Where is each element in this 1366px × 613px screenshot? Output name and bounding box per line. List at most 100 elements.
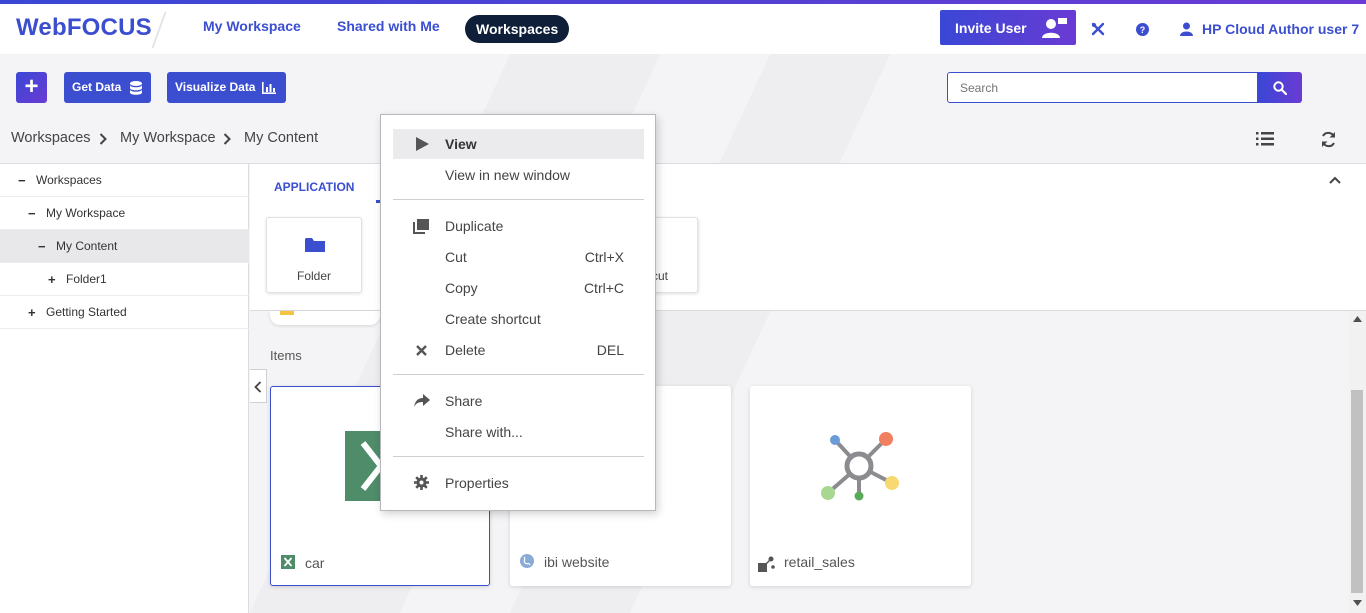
breadcrumb-my-workspace[interactable]: My Workspace <box>120 130 216 146</box>
add-user-icon <box>1042 18 1067 38</box>
menu-item-label: Share <box>445 393 483 409</box>
tree-item-label: Getting Started <box>46 305 127 319</box>
collapse-icon[interactable]: − <box>38 239 46 254</box>
gear-icon <box>414 475 429 490</box>
invite-user-label: Invite User <box>955 20 1027 36</box>
collapse-sidebar-button[interactable] <box>250 369 267 403</box>
item-name: ibi website <box>544 554 610 570</box>
tree-item-label: My Workspace <box>46 206 126 220</box>
menu-item-label: Duplicate <box>445 218 504 234</box>
visualize-data-button[interactable]: Visualize Data <box>167 72 286 103</box>
share-arrow-icon <box>414 394 430 407</box>
collapse-icon[interactable]: − <box>28 206 36 221</box>
menu-item-label: Create shortcut <box>445 311 541 327</box>
hub-network-icon <box>821 432 899 501</box>
tile-label: Folder <box>296 269 331 283</box>
search-field[interactable] <box>947 72 1258 103</box>
chevron-up-icon[interactable] <box>1329 176 1341 184</box>
bar-chart-icon <box>262 82 276 94</box>
user-icon <box>1180 22 1193 36</box>
collapse-icon[interactable]: − <box>18 173 26 188</box>
expand-icon[interactable]: + <box>28 305 36 320</box>
menu-item-label: Properties <box>445 475 509 491</box>
database-icon <box>130 81 142 95</box>
menu-item-view[interactable]: View <box>393 129 644 159</box>
menu-item-share-with[interactable]: Share with... <box>393 417 644 447</box>
menu-separator <box>393 456 644 457</box>
chevron-left-icon <box>254 381 262 393</box>
tree-item-my-workspace[interactable]: − My Workspace <box>0 197 249 230</box>
item-card-retail-sales[interactable]: retail_sales <box>750 386 971 586</box>
brand-divider <box>151 12 167 48</box>
menu-separator <box>393 199 644 200</box>
new-item-button[interactable]: + <box>16 72 47 103</box>
delete-x-icon <box>416 345 427 356</box>
help-icon[interactable]: ? <box>1136 23 1149 36</box>
item-name: retail_sales <box>784 554 855 570</box>
user-name: HP Cloud Author user 7 <box>1202 21 1360 37</box>
get-data-label: Get Data <box>72 80 122 94</box>
tree-item-getting-started[interactable]: + Getting Started <box>0 296 249 329</box>
top-bar: WebFOCUS My Workspace Shared with Me Wor… <box>0 4 1366 54</box>
tree-item-workspaces[interactable]: − Workspaces <box>0 164 249 197</box>
search-button[interactable] <box>1258 72 1302 103</box>
svg-text:?: ? <box>1140 25 1146 35</box>
scroll-up-arrow-icon[interactable] <box>1353 316 1362 322</box>
menu-shortcut: DEL <box>596 342 624 358</box>
nav-shared-with-me[interactable]: Shared with Me <box>337 18 440 34</box>
menu-item-label: Copy <box>445 280 478 296</box>
search-icon <box>1273 81 1287 95</box>
tree-item-label: My Content <box>56 239 118 253</box>
menu-item-duplicate[interactable]: Duplicate <box>393 211 644 241</box>
tools-icon[interactable] <box>1091 22 1105 36</box>
menu-item-cut[interactable]: Cut Ctrl+X <box>393 242 644 272</box>
data-flow-small-icon <box>758 556 775 572</box>
context-menu: View View in new window Duplicate Cut Ct… <box>380 114 656 511</box>
tile-folder[interactable]: Folder <box>266 217 362 293</box>
items-heading: Items <box>270 348 302 363</box>
breadcrumb-my-content[interactable]: My Content <box>244 130 318 146</box>
tree-item-label: Folder1 <box>66 272 107 286</box>
menu-item-label: Cut <box>445 249 467 265</box>
get-data-button[interactable]: Get Data <box>64 72 151 103</box>
globe-icon <box>520 554 534 568</box>
tree-item-my-content[interactable]: − My Content <box>0 230 249 263</box>
menu-item-copy[interactable]: Copy Ctrl+C <box>393 273 644 303</box>
menu-item-share[interactable]: Share <box>393 386 644 416</box>
duplicate-icon <box>413 219 429 234</box>
folder-icon <box>280 311 294 315</box>
tree-item-folder1[interactable]: + Folder1 <box>0 263 249 296</box>
brand-logo[interactable]: WebFOCUS <box>16 14 152 42</box>
menu-item-properties[interactable]: Properties <box>393 468 644 498</box>
nav-workspaces[interactable]: Workspaces <box>465 15 570 43</box>
chevron-right-icon <box>223 133 231 145</box>
visualize-data-label: Visualize Data <box>175 80 256 94</box>
nav-my-workspace[interactable]: My Workspace <box>203 18 301 34</box>
menu-item-view-new-window[interactable]: View in new window <box>393 160 644 190</box>
chevron-right-icon <box>99 133 107 145</box>
invite-user-button[interactable]: Invite User <box>940 10 1076 45</box>
menu-item-label: View in new window <box>445 167 571 183</box>
scrollbar-thumb[interactable] <box>1351 390 1363 593</box>
excel-small-icon <box>281 555 295 569</box>
search-input[interactable] <box>948 73 1257 102</box>
breadcrumb-workspaces[interactable]: Workspaces <box>11 130 91 146</box>
expand-icon[interactable]: + <box>48 272 56 287</box>
list-view-icon[interactable] <box>1256 132 1274 146</box>
menu-item-label: View <box>445 136 477 152</box>
folder-icon <box>305 238 325 252</box>
item-name: car <box>305 555 325 571</box>
menu-item-label: Delete <box>445 342 486 358</box>
refresh-icon[interactable] <box>1320 131 1337 148</box>
menu-item-delete[interactable]: Delete DEL <box>393 335 644 365</box>
play-icon <box>416 137 429 151</box>
scroll-down-arrow-icon[interactable] <box>1353 600 1362 606</box>
folder-tree: − Workspaces − My Workspace − My Content… <box>0 164 249 613</box>
tab-application[interactable]: APPLICATION <box>274 180 354 194</box>
folder-card-partial[interactable] <box>270 311 380 325</box>
menu-item-create-shortcut[interactable]: Create shortcut <box>393 304 644 334</box>
tree-item-label: Workspaces <box>36 173 102 187</box>
menu-shortcut: Ctrl+X <box>584 249 624 265</box>
menu-shortcut: Ctrl+C <box>583 280 624 296</box>
menu-item-label: Share with... <box>445 424 523 440</box>
